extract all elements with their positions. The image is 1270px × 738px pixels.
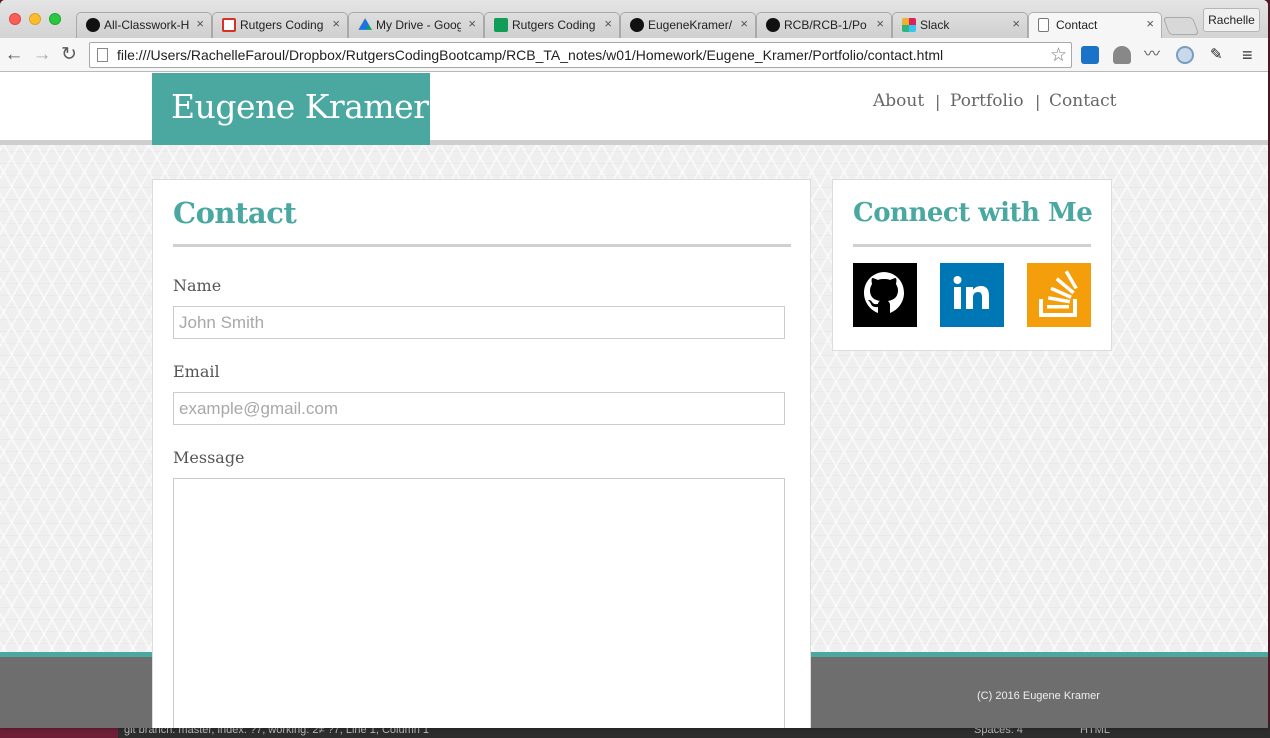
- tab-all-classwork[interactable]: All-Classwork-H ×: [76, 12, 212, 38]
- reload-icon[interactable]: ↻: [58, 44, 80, 66]
- tab-strip: All-Classwork-H × Rutgers Coding × My Dr…: [0, 0, 1268, 39]
- email-input[interactable]: [173, 392, 785, 425]
- url-text[interactable]: file:///Users/RachelleFaroul/Dropbox/Rut…: [117, 47, 943, 63]
- nav-portfolio[interactable]: Portfolio: [950, 91, 1024, 111]
- window-close-button[interactable]: [9, 13, 21, 25]
- connect-title: Connect with Me: [853, 198, 1093, 228]
- tab-label: Contact: [1056, 18, 1098, 32]
- title-divider: [173, 244, 791, 247]
- github-icon[interactable]: [853, 263, 917, 327]
- pulse-icon[interactable]: 〰: [1144, 46, 1162, 64]
- github-icon: [86, 18, 100, 32]
- tab-my-drive[interactable]: My Drive - Goog ×: [348, 12, 484, 38]
- address-bar[interactable]: file:///Users/RachelleFaroul/Dropbox/Rut…: [89, 42, 1072, 68]
- close-icon[interactable]: ×: [876, 16, 884, 31]
- linkedin-icon[interactable]: [940, 263, 1004, 327]
- browser-toolbar: ← → ↻ file:///Users/RachelleFaroul/Dropb…: [0, 38, 1268, 72]
- github-icon: [766, 18, 780, 32]
- github-icon: [630, 18, 644, 32]
- connect-card: Connect with Me: [832, 179, 1112, 351]
- nav-separator: |: [1035, 92, 1041, 111]
- message-textarea[interactable]: [173, 478, 785, 728]
- name-label: Name: [173, 276, 222, 295]
- nav-separator: |: [935, 92, 941, 111]
- close-icon[interactable]: ×: [1012, 16, 1020, 31]
- tab-contact[interactable]: Contact ×: [1028, 12, 1162, 39]
- gmail-icon: [222, 18, 236, 32]
- logo[interactable]: Eugene Kramer: [152, 73, 430, 145]
- close-icon[interactable]: ×: [468, 16, 476, 31]
- close-icon[interactable]: ×: [604, 16, 612, 31]
- page-viewport: Eugene Kramer About | Portfolio | Contac…: [0, 73, 1268, 728]
- tab-label: Slack: [920, 18, 950, 32]
- logo-text: Eugene Kramer: [171, 87, 429, 126]
- page-icon: [1038, 18, 1049, 32]
- back-arrow-icon[interactable]: ←: [3, 44, 25, 66]
- close-icon[interactable]: ×: [1146, 16, 1154, 31]
- stackoverflow-icon[interactable]: [1027, 263, 1091, 327]
- tab-rutgers-sheets[interactable]: Rutgers Coding ×: [484, 12, 620, 38]
- tab-rutgers-gmail[interactable]: Rutgers Coding ×: [212, 12, 348, 38]
- email-label: Email: [173, 362, 220, 381]
- extension-icon[interactable]: [1081, 46, 1099, 64]
- message-label: Message: [173, 448, 245, 467]
- contact-form-card: Contact Name Email Message: [152, 179, 811, 728]
- window-maximize-button[interactable]: [49, 13, 61, 25]
- drive-icon: [358, 18, 372, 30]
- nav-contact[interactable]: Contact: [1049, 91, 1117, 111]
- sheets-icon: [494, 18, 508, 32]
- forward-arrow-icon[interactable]: →: [31, 44, 53, 66]
- ghostery-icon[interactable]: [1113, 46, 1131, 64]
- nav-about[interactable]: About: [873, 91, 924, 111]
- name-input[interactable]: [173, 306, 785, 339]
- tab-rcb-portfolio[interactable]: RCB/RCB-1/Po ×: [756, 12, 892, 38]
- site-header: Eugene Kramer About | Portfolio | Contac…: [0, 73, 1268, 145]
- tab-label: RCB/RCB-1/Po: [784, 18, 867, 32]
- new-tab-button[interactable]: [1162, 17, 1200, 35]
- menu-icon[interactable]: ≡: [1242, 45, 1253, 65]
- copyright-text: (C) 2016 Eugene Kramer: [977, 690, 1100, 702]
- browser-window: All-Classwork-H × Rutgers Coding × My Dr…: [0, 0, 1268, 728]
- tab-label: My Drive - Goog: [376, 18, 461, 32]
- page-icon: [97, 48, 108, 62]
- profile-button[interactable]: Rachelle: [1203, 8, 1260, 32]
- window-minimize-button[interactable]: [29, 13, 41, 25]
- tab-label: All-Classwork-H: [104, 18, 189, 32]
- eyedropper-icon[interactable]: ✎: [1210, 46, 1228, 64]
- close-icon[interactable]: ×: [196, 16, 204, 31]
- tab-slack[interactable]: Slack ×: [892, 12, 1028, 38]
- slack-icon: [902, 18, 916, 32]
- tab-eugenekramer[interactable]: EugeneKramer/ ×: [620, 12, 756, 38]
- close-icon[interactable]: ×: [332, 16, 340, 31]
- tab-label: Rutgers Coding: [512, 18, 596, 32]
- close-icon[interactable]: ×: [740, 16, 748, 31]
- title-divider: [853, 244, 1091, 247]
- tab-label: EugeneKramer/: [648, 18, 733, 32]
- contact-title: Contact: [173, 196, 297, 230]
- bookmark-star-icon[interactable]: ☆: [1050, 44, 1067, 67]
- face-extension-icon[interactable]: [1176, 46, 1194, 64]
- tab-label: Rutgers Coding: [240, 18, 324, 32]
